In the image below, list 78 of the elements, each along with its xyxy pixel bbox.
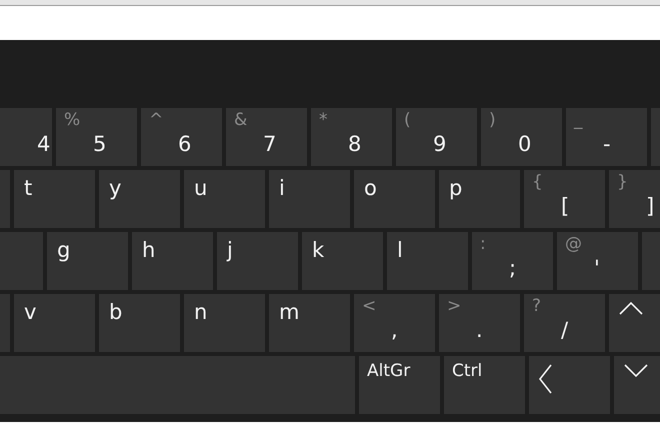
- shift-symbol: @: [565, 234, 582, 254]
- key-label: Ctrl: [452, 361, 482, 381]
- keyboard-key[interactable]: % 5: [56, 108, 137, 166]
- key-label: y: [109, 176, 122, 200]
- shift-symbol: (: [404, 110, 411, 130]
- keyboard-key[interactable]: > .: [439, 294, 520, 352]
- key-label: /: [561, 318, 568, 342]
- key-label: ]: [646, 194, 654, 218]
- key-label: 0: [518, 132, 532, 156]
- keyboard-key[interactable]: i: [269, 170, 350, 228]
- keyboard-key[interactable]: ( 9: [396, 108, 477, 166]
- key-label: u: [194, 176, 208, 200]
- key-label: i: [279, 176, 285, 200]
- key-label: 9: [433, 132, 446, 156]
- key-label: j: [227, 238, 233, 262]
- keyboard-key[interactable]: b: [99, 294, 180, 352]
- keyboard-key[interactable]: & 7: [226, 108, 307, 166]
- shift-symbol: >: [447, 296, 462, 316]
- keyboard-key[interactable]: * 8: [311, 108, 392, 166]
- key-label: 5: [93, 132, 106, 156]
- key-label: ,: [391, 318, 398, 342]
- key-label: k: [312, 238, 324, 262]
- key-label: -: [603, 132, 611, 156]
- shift-symbol: :: [480, 234, 486, 254]
- key-label: AltGr: [367, 361, 410, 381]
- shift-symbol: ^: [149, 110, 164, 130]
- key-label: 8: [348, 132, 362, 156]
- key-label: o: [364, 176, 377, 200]
- keyboard-key[interactable]: ) 0: [481, 108, 562, 166]
- shift-symbol: }: [617, 172, 628, 192]
- key-label: ': [594, 256, 600, 280]
- key-label: n: [194, 300, 208, 324]
- shift-symbol: ?: [532, 296, 542, 316]
- keyboard-key[interactable]: v: [14, 294, 95, 352]
- keyboard-key[interactable]: o: [354, 170, 435, 228]
- keyboard-key[interactable]: t: [14, 170, 95, 228]
- keyboard-key[interactable]: m: [269, 294, 350, 352]
- key-label: .: [476, 318, 483, 342]
- shift-symbol: <: [362, 296, 376, 316]
- key-label: m: [279, 300, 300, 324]
- keyboard-key[interactable]: h: [132, 232, 213, 290]
- keyboard-key[interactable]: { [: [524, 170, 605, 228]
- keyboard-key[interactable]: ^ 6: [141, 108, 222, 166]
- key-label: l: [397, 238, 403, 262]
- key-label: p: [449, 176, 462, 200]
- key-label: 7: [263, 132, 276, 156]
- key-label: [: [561, 194, 570, 218]
- key-label: b: [109, 300, 122, 324]
- keyboard-key[interactable]: < ,: [354, 294, 435, 352]
- shift-symbol: ): [489, 110, 496, 130]
- key-label: t: [24, 176, 32, 200]
- keyboard-key[interactable]: } ]: [609, 170, 660, 228]
- shift-symbol: {: [532, 172, 543, 192]
- keyboard-key[interactable]: AltGr: [359, 356, 440, 414]
- key-label: 4: [37, 132, 50, 156]
- keyboard-key[interactable]: @ ': [557, 232, 638, 290]
- keyboard-key[interactable]: 4: [0, 108, 52, 166]
- shift-symbol: %: [64, 110, 80, 130]
- key-label: ;: [509, 256, 516, 280]
- keyboard-key[interactable]: u: [184, 170, 265, 228]
- keyboard-key[interactable]: k: [302, 232, 383, 290]
- keyboard-key[interactable]: j: [217, 232, 298, 290]
- key-label: 6: [178, 132, 192, 156]
- keyboard-key[interactable]: n: [184, 294, 265, 352]
- keyboard-key[interactable]: ? /: [524, 294, 605, 352]
- keyboard-key[interactable]: g: [47, 232, 128, 290]
- keyboard-key[interactable]: y: [99, 170, 180, 228]
- shift-symbol: *: [319, 110, 328, 130]
- keyboard-key[interactable]: p: [439, 170, 520, 228]
- keyboard-key[interactable]: l: [387, 232, 468, 290]
- shift-symbol: &: [234, 110, 248, 130]
- key-label: h: [142, 238, 156, 262]
- key-label: v: [24, 300, 36, 324]
- keyboard-key[interactable]: : ;: [472, 232, 553, 290]
- keyboard-key[interactable]: Ctrl: [444, 356, 525, 414]
- key-label: g: [57, 238, 70, 262]
- shift-symbol: _: [574, 110, 582, 130]
- keyboard-key[interactable]: _ -: [566, 108, 647, 166]
